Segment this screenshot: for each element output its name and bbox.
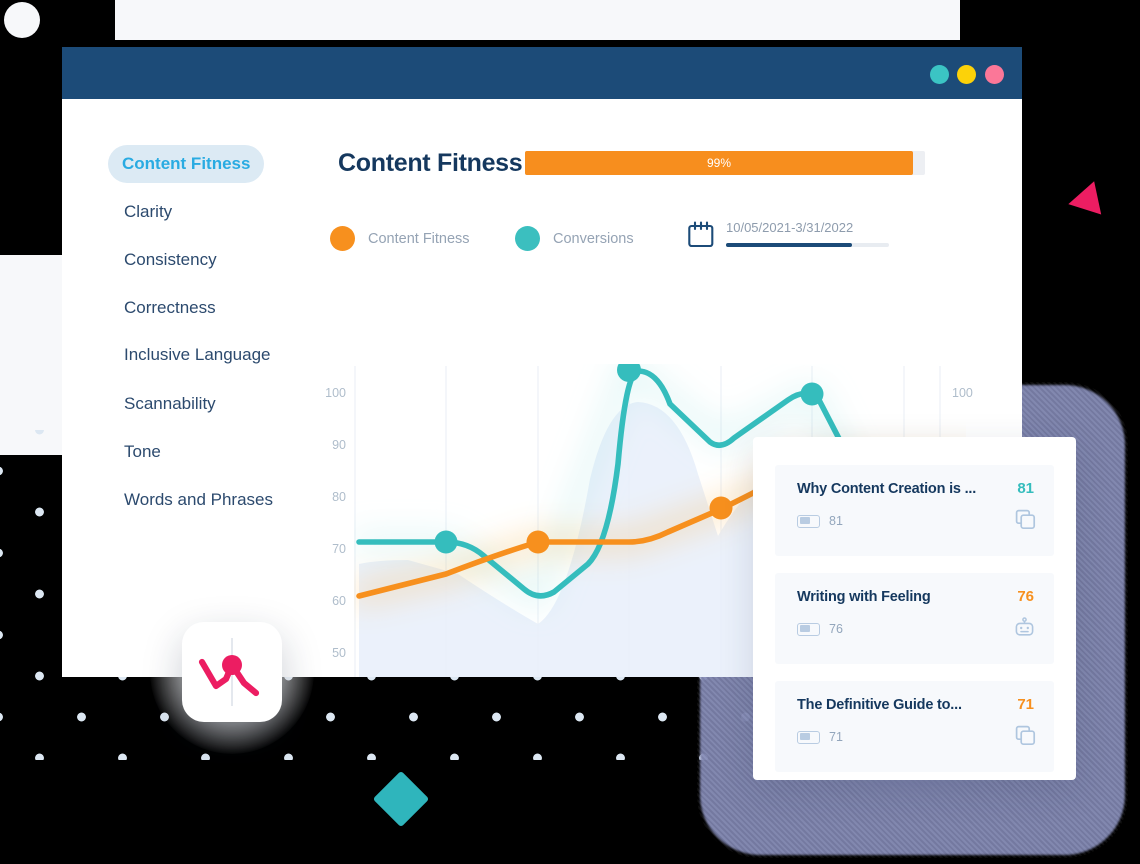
article-card[interactable]: The Definitive Guide to... 71 71 — [775, 681, 1054, 772]
sidebar-item-clarity[interactable]: Clarity — [110, 193, 186, 231]
sidebar-item-label: Words and Phrases — [124, 490, 273, 509]
sidebar-item-consistency[interactable]: Consistency — [110, 241, 231, 279]
sidebar-item-inclusive-language[interactable]: Inclusive Language — [110, 336, 285, 374]
sidebar-item-label: Clarity — [124, 202, 173, 221]
date-range-control[interactable]: 10/05/2021-3/31/2022 — [688, 221, 889, 249]
chart-marker-content-fitness — [526, 530, 550, 554]
sidebar-item-label: Correctness — [124, 298, 216, 317]
triangle-shape — [1064, 181, 1102, 221]
progress-value: 99% — [706, 156, 732, 170]
article-title: The Definitive Guide to... — [797, 697, 962, 713]
article-meter: 76 — [797, 622, 843, 636]
window-dot-pink[interactable] — [985, 65, 1004, 84]
window-titlebar — [62, 47, 1022, 99]
article-score-panel: Why Content Creation is ... 81 81 Writin… — [753, 437, 1076, 780]
battery-meter-icon — [797, 730, 820, 744]
legend-dot-teal-icon — [515, 226, 540, 251]
article-title: Why Content Creation is ... — [797, 481, 977, 497]
legend-item-content-fitness[interactable]: Content Fitness — [330, 226, 470, 251]
article-score: 81 — [1017, 480, 1034, 497]
chart-marker-conversions — [434, 530, 458, 554]
battery-meter-icon — [797, 622, 820, 636]
chart-marker-conversions — [800, 382, 824, 406]
article-score: 71 — [1017, 696, 1034, 713]
date-range-slider[interactable] — [726, 243, 889, 247]
sidebar-item-scannability[interactable]: Scannability — [110, 385, 230, 423]
article-meter: 71 — [797, 730, 843, 744]
article-meter: 81 — [797, 514, 843, 528]
backdrop-rect-top — [115, 0, 960, 40]
battery-meter-icon — [797, 514, 820, 528]
window-dot-teal[interactable] — [930, 65, 949, 84]
legend-item-conversions[interactable]: Conversions — [515, 226, 634, 251]
chart-marker-conversions — [617, 364, 641, 382]
article-card[interactable]: Writing with Feeling 76 76 — [775, 573, 1054, 664]
sidebar-item-label: Tone — [124, 442, 161, 461]
article-score: 76 — [1017, 588, 1034, 605]
article-meter-value: 81 — [829, 514, 843, 528]
sidebar-item-label: Inclusive Language — [124, 345, 271, 364]
sidebar-item-content-fitness[interactable]: Content Fitness — [108, 145, 265, 183]
date-range-text: 10/05/2021-3/31/2022 — [726, 220, 854, 235]
diamond-shape — [372, 770, 430, 828]
progress-fill: 99% — [525, 151, 913, 175]
date-range-slider-fill — [726, 243, 852, 247]
sidebar: Content Fitness Clarity Consistency Corr… — [62, 99, 299, 677]
sidebar-item-tone[interactable]: Tone — [110, 433, 175, 471]
page-title: Content Fitness — [338, 149, 523, 177]
calendar-icon — [688, 221, 714, 249]
backdrop-rect-left — [0, 255, 62, 455]
copy-icon[interactable] — [1015, 725, 1036, 746]
copy-icon[interactable] — [1015, 509, 1036, 530]
legend-label: Content Fitness — [368, 230, 470, 247]
sidebar-item-correctness[interactable]: Correctness — [110, 289, 230, 327]
app-tile[interactable] — [182, 622, 282, 722]
article-card[interactable]: Why Content Creation is ... 81 81 — [775, 465, 1054, 556]
legend-dot-orange-icon — [330, 226, 355, 251]
article-meter-value: 71 — [829, 730, 843, 744]
line-chart-icon — [182, 638, 282, 726]
sidebar-item-words-and-phrases[interactable]: Words and Phrases — [110, 481, 287, 519]
backdrop-circle — [4, 2, 40, 38]
sidebar-item-label: Consistency — [124, 250, 217, 269]
legend-label: Conversions — [553, 230, 634, 247]
content-fitness-progress-bar: 99% — [525, 151, 925, 175]
window-dot-yellow[interactable] — [957, 65, 976, 84]
article-title: Writing with Feeling — [797, 589, 931, 605]
chart-marker-content-fitness — [709, 496, 733, 520]
sidebar-item-label: Content Fitness — [122, 154, 251, 173]
robot-icon[interactable] — [1013, 617, 1036, 639]
article-meter-value: 76 — [829, 622, 843, 636]
sidebar-item-label: Scannability — [124, 394, 216, 413]
